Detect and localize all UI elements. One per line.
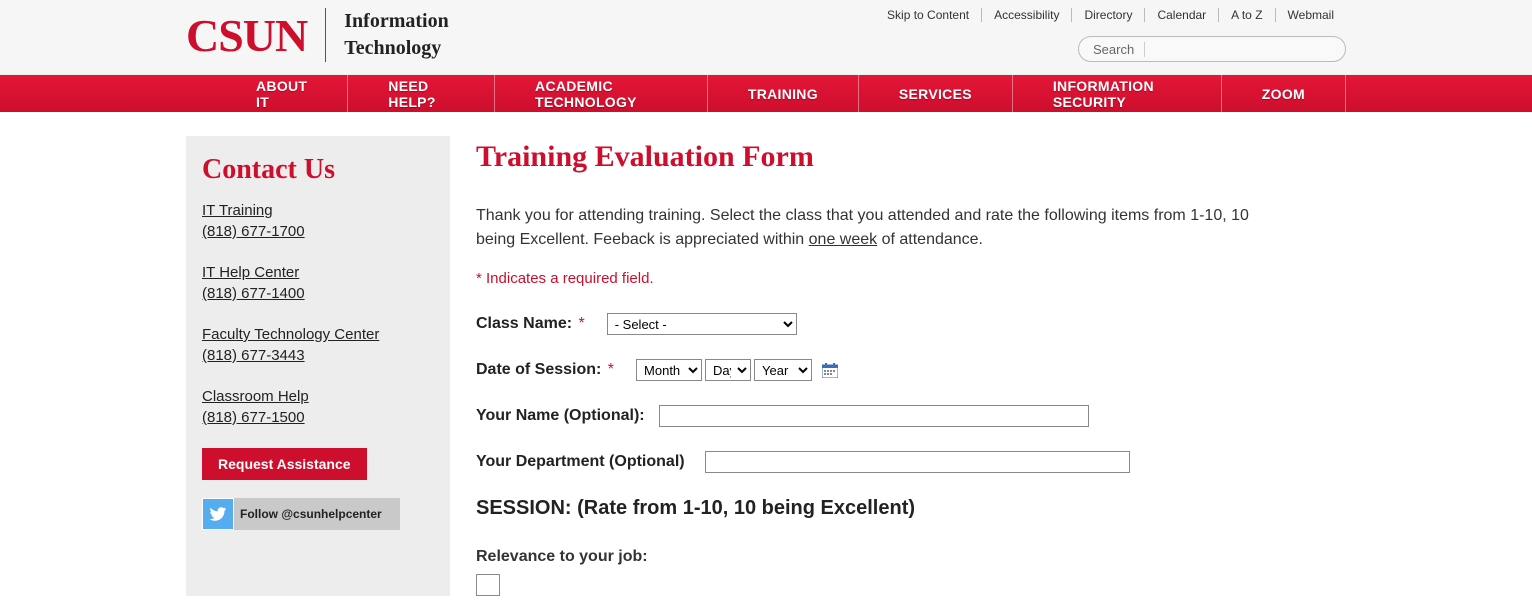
contact-it-training: IT Training (818) 677-1700 <box>202 200 434 242</box>
site-title-line2: Technology <box>344 35 448 62</box>
twitter-follow-button[interactable]: Follow @csunhelpcenter <box>202 498 400 530</box>
contact-phone-link[interactable]: (818) 677-1400 <box>202 283 434 304</box>
contact-faculty-technology-center: Faculty Technology Center (818) 677-3443 <box>202 324 434 366</box>
main-content: Training Evaluation Form Thank you for a… <box>476 136 1346 596</box>
row-your-department: Your Department (Optional) <box>476 451 1346 473</box>
nav-need-help[interactable]: NEED HELP? <box>348 75 495 112</box>
request-assistance-button[interactable]: Request Assistance <box>202 448 367 480</box>
label-your-name: Your Name (Optional): <box>476 407 645 425</box>
util-webmail[interactable]: Webmail <box>1276 8 1346 22</box>
row-date-of-session: Date of Session: * Month Day Year <box>476 359 1346 381</box>
search-label: Search <box>1093 42 1145 57</box>
page-title: Training Evaluation Form <box>476 140 1346 174</box>
logo-divider <box>325 8 326 62</box>
nav-academic-technology[interactable]: ACADEMIC TECHNOLOGY <box>495 75 708 112</box>
required-star: * <box>603 361 614 379</box>
intro-text: Thank you for attending training. Select… <box>476 204 1286 252</box>
intro-underlined: one week <box>809 231 878 248</box>
select-month[interactable]: Month <box>636 359 702 381</box>
util-a-to-z[interactable]: A to Z <box>1219 8 1275 22</box>
twitter-follow-label: Follow @csunhelpcenter <box>240 507 382 521</box>
contact-name-link[interactable]: Faculty Technology Center <box>202 324 434 345</box>
label-date-of-session: Date of Session: <box>476 361 601 379</box>
nav-zoom[interactable]: ZOOM <box>1222 75 1346 112</box>
contact-phone-link[interactable]: (818) 677-1500 <box>202 407 434 428</box>
input-relevance[interactable] <box>476 574 500 596</box>
sidebar-title: Contact Us <box>202 154 434 186</box>
contact-phone-link[interactable]: (818) 677-3443 <box>202 345 434 366</box>
util-accessibility[interactable]: Accessibility <box>982 8 1072 22</box>
search-box[interactable]: Search <box>1078 36 1346 62</box>
contact-phone-link[interactable]: (818) 677-1700 <box>202 221 434 242</box>
nav-training[interactable]: TRAINING <box>708 75 859 112</box>
select-day[interactable]: Day <box>705 359 751 381</box>
contact-classroom-help: Classroom Help (818) 677-1500 <box>202 386 434 428</box>
util-calendar[interactable]: Calendar <box>1145 8 1219 22</box>
search-input[interactable] <box>1153 42 1331 57</box>
label-relevance: Relevance to your job: <box>476 548 1346 566</box>
contact-name-link[interactable]: IT Help Center <box>202 262 434 283</box>
site-title-line1: Information <box>344 8 448 35</box>
contact-it-help-center: IT Help Center (818) 677-1400 <box>202 262 434 304</box>
intro-post: of attendance. <box>877 231 983 248</box>
main-nav: ABOUT IT NEED HELP? ACADEMIC TECHNOLOGY … <box>186 75 1346 112</box>
site-title[interactable]: Information Technology <box>344 8 448 62</box>
select-class-name[interactable]: - Select - <box>607 313 797 335</box>
calendar-icon[interactable] <box>822 363 838 378</box>
contact-name-link[interactable]: Classroom Help <box>202 386 434 407</box>
nav-about-it[interactable]: ABOUT IT <box>186 75 348 112</box>
row-class-name: Class Name: * - Select - <box>476 313 1346 335</box>
twitter-icon <box>202 498 234 530</box>
utility-links: Skip to Content Accessibility Directory … <box>875 8 1346 22</box>
required-star: * <box>574 315 585 333</box>
select-year[interactable]: Year <box>754 359 812 381</box>
input-your-name[interactable] <box>659 405 1089 427</box>
csun-logo[interactable]: CSUN <box>186 9 307 62</box>
label-class-name: Class Name: <box>476 315 572 333</box>
nav-information-security[interactable]: INFORMATION SECURITY <box>1013 75 1222 112</box>
row-your-name: Your Name (Optional): <box>476 405 1346 427</box>
contact-name-link[interactable]: IT Training <box>202 200 434 221</box>
session-heading: SESSION: (Rate from 1-10, 10 being Excel… <box>476 497 1346 520</box>
required-note: * Indicates a required field. <box>476 270 1346 287</box>
label-your-department: Your Department (Optional) <box>476 453 685 471</box>
nav-services[interactable]: SERVICES <box>859 75 1013 112</box>
util-directory[interactable]: Directory <box>1072 8 1145 22</box>
util-skip-to-content[interactable]: Skip to Content <box>875 8 982 22</box>
sidebar: Contact Us IT Training (818) 677-1700 IT… <box>186 136 450 596</box>
input-your-department[interactable] <box>705 451 1130 473</box>
